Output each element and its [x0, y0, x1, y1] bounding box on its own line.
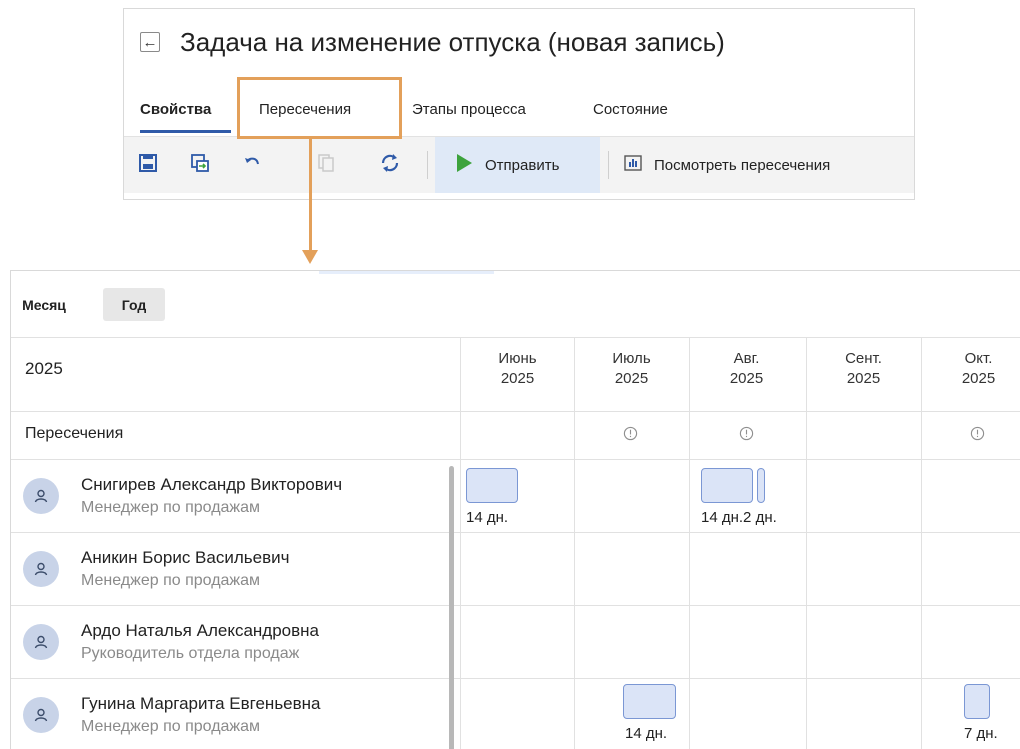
overlaps-calendar: Месяц Год 2025 Июнь 2025 Июль 2025 Авг. …: [10, 270, 1020, 749]
grid-line: [689, 337, 690, 749]
employee-name: Снигирев Александр Викторович: [81, 475, 343, 494]
play-icon: [455, 153, 473, 178]
person-icon: [34, 489, 48, 503]
vacation-label: 14 дн.: [466, 509, 509, 526]
vacation-label: 7 дн.: [964, 725, 998, 742]
month-year: 2025: [614, 370, 649, 387]
vacation-bar[interactable]: [623, 684, 676, 719]
person-icon: [34, 562, 48, 576]
employee-name: Гунина Маргарита Евгеньевна: [81, 694, 321, 713]
avatar: [23, 478, 59, 514]
mode-month-button[interactable]: Месяц: [17, 288, 71, 321]
vacation-bar[interactable]: [757, 468, 765, 503]
send-button[interactable]: Отправить: [435, 137, 600, 193]
avatar: [23, 697, 59, 733]
vacation-label: 14 дн.: [625, 725, 668, 742]
person-icon: [34, 708, 48, 722]
employee-row[interactable]: Ардо Наталья Александровна Руководитель …: [11, 605, 451, 678]
scrollbar-thumb[interactable]: [449, 466, 454, 749]
warning-icon[interactable]: [739, 426, 754, 441]
view-overlaps-label: Посмотреть пересечения: [654, 156, 831, 174]
person-icon: [34, 635, 48, 649]
arrow-left-icon: ←: [142, 33, 158, 51]
overlaps-row-label: Пересечения: [25, 425, 124, 442]
month-name: Окт.: [964, 350, 993, 367]
save-icon[interactable]: [136, 151, 160, 175]
send-button-label: Отправить: [485, 156, 560, 174]
warning-icon[interactable]: [970, 426, 985, 441]
active-tab-indicator: [140, 130, 231, 133]
month-year: 2025: [500, 370, 535, 387]
back-button[interactable]: ←: [140, 32, 160, 52]
month-name: Июнь: [498, 350, 537, 367]
refresh-icon[interactable]: [378, 151, 402, 175]
tab-status[interactable]: Состояние: [593, 101, 668, 118]
employee-role: Менеджер по продажам: [81, 499, 261, 516]
toolbar-separator: [427, 151, 428, 179]
year-label: 2025: [25, 359, 63, 378]
tab-properties[interactable]: Свойства: [140, 101, 211, 118]
employee-role: Менеджер по продажам: [81, 572, 261, 589]
grid-line: [11, 411, 1020, 412]
month-header: Авг. 2025: [689, 349, 804, 389]
employee-row[interactable]: Аникин Борис Васильевич Менеджер по прод…: [11, 532, 451, 605]
employee-row[interactable]: Снигирев Александр Викторович Менеджер п…: [11, 459, 451, 532]
tab-highlight-callout: [237, 77, 402, 139]
mode-year-button[interactable]: Год: [103, 288, 165, 321]
grid-line: [11, 337, 1020, 338]
avatar: [23, 624, 59, 660]
grid-line: [806, 337, 807, 749]
warning-icon[interactable]: [623, 426, 638, 441]
month-header: Июнь 2025: [460, 349, 575, 389]
avatar: [23, 551, 59, 587]
undo-icon[interactable]: [240, 151, 264, 175]
employee-row[interactable]: Гунина Маргарита Евгеньевна Менеджер по …: [11, 678, 451, 749]
month-year: 2025: [729, 370, 764, 387]
toolbar-separator: [608, 151, 609, 179]
tab-process-stages[interactable]: Этапы процесса: [412, 101, 526, 118]
grid-line: [460, 337, 461, 749]
month-name: Авг.: [733, 350, 760, 367]
toolbar: Отправить Посмотреть пересечения: [124, 137, 914, 193]
month-header: Окт. 2025: [921, 349, 1020, 389]
employee-role: Руководитель отдела продаж: [81, 645, 300, 662]
grid-line: [921, 337, 922, 749]
employee-role: Менеджер по продажам: [81, 718, 261, 735]
month-header: Сент. 2025: [806, 349, 921, 389]
month-year: 2025: [961, 370, 996, 387]
vacation-label: 14 дн.2 дн.: [701, 509, 777, 526]
view-overlaps-button[interactable]: Посмотреть пересечения: [624, 137, 830, 193]
view-mode-toggle: Месяц Год: [11, 271, 1020, 337]
page-title: Задача на изменение отпуска (новая запис…: [180, 27, 725, 57]
vacation-bar[interactable]: [466, 468, 518, 503]
month-name: Сент.: [845, 350, 882, 367]
employee-name: Ардо Наталья Александровна: [81, 621, 319, 640]
callout-arrow-head: [302, 250, 318, 264]
month-year: 2025: [846, 370, 881, 387]
grid-line: [574, 337, 575, 749]
vacation-bar[interactable]: [964, 684, 990, 719]
copy-icon: [314, 151, 338, 175]
save-and-close-icon[interactable]: [188, 151, 212, 175]
vacation-bar[interactable]: [701, 468, 753, 503]
callout-arrow-line: [309, 139, 312, 251]
employee-name: Аникин Борис Васильевич: [81, 548, 290, 567]
month-name: Июль: [612, 350, 651, 367]
chart-icon: [624, 154, 642, 176]
month-header: Июль 2025: [574, 349, 689, 389]
